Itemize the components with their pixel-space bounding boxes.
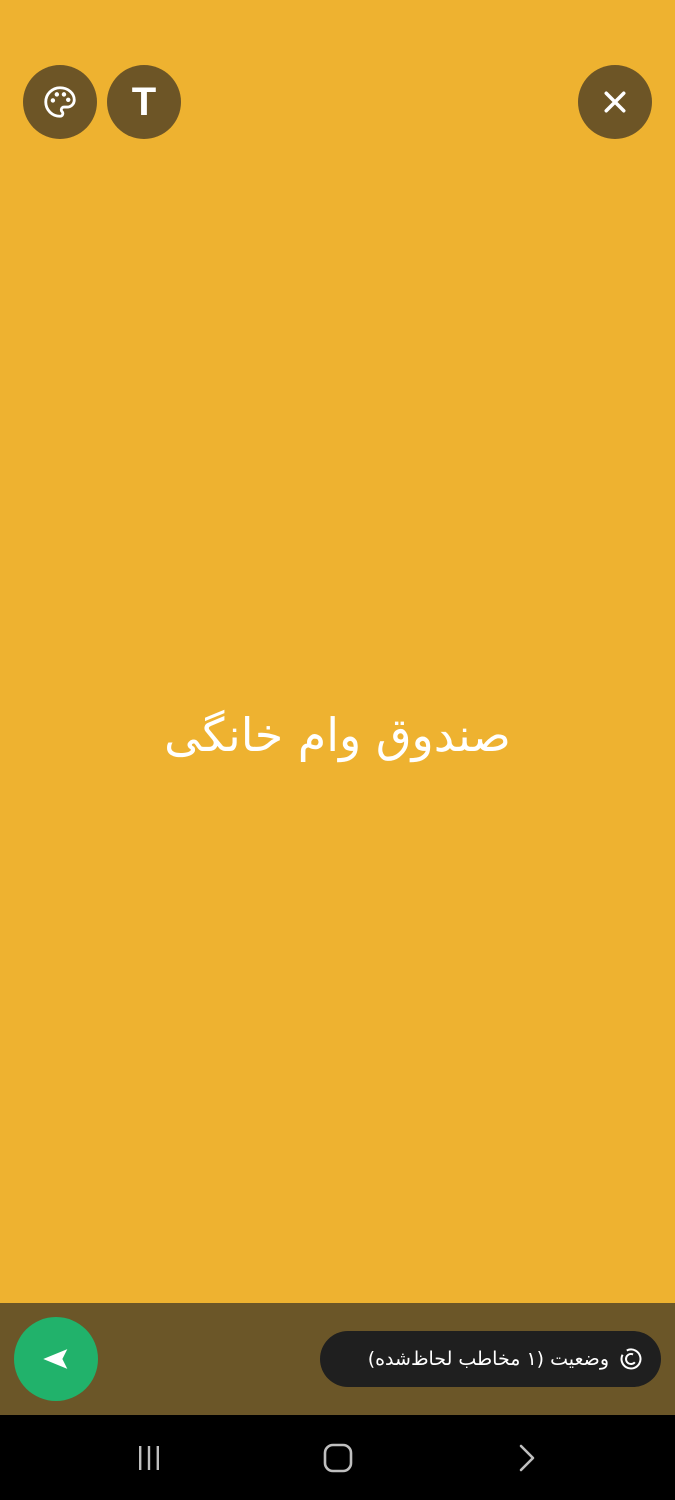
status-privacy-button[interactable]: وضعیت (۱ مخاطب لحاظ‌شده)	[320, 1331, 661, 1387]
close-button[interactable]	[578, 65, 652, 139]
status-text[interactable]: صندوق وام خانگی	[0, 695, 675, 775]
close-icon	[604, 91, 626, 113]
recents-button[interactable]	[119, 1435, 179, 1481]
status-canvas[interactable]: T صندوق وام خانگی	[0, 0, 675, 1303]
bottom-bar: وضعیت (۱ مخاطب لحاظ‌شده)	[0, 1303, 675, 1415]
home-icon	[323, 1443, 353, 1473]
back-icon	[519, 1444, 535, 1472]
send-icon	[43, 1349, 68, 1369]
home-button[interactable]	[308, 1435, 368, 1481]
text-style-label: T	[131, 80, 157, 124]
text-style-button[interactable]: T	[107, 65, 181, 139]
back-button[interactable]	[496, 1435, 556, 1481]
status-privacy-label: وضعیت (۱ مخاطب لحاظ‌شده)	[367, 1348, 609, 1370]
system-nav-bar	[0, 1415, 675, 1500]
palette-button[interactable]	[23, 65, 97, 139]
send-button[interactable]	[14, 1317, 98, 1401]
recents-icon	[139, 1446, 159, 1470]
palette-icon	[44, 86, 76, 118]
status-ring-icon	[619, 1347, 643, 1371]
